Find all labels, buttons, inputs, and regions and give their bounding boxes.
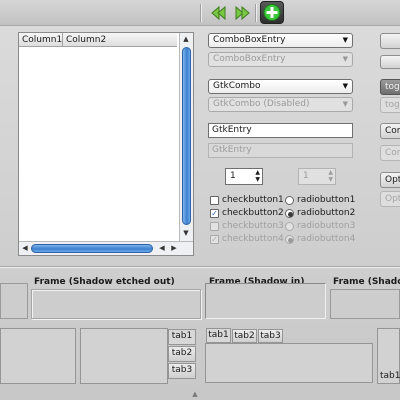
button-partial-2[interactable] — [380, 55, 400, 69]
scroll-left-icon[interactable]: ◀ — [20, 243, 30, 253]
checkbox-3-label: checkbutton3 — [222, 221, 284, 231]
scroll-up-icon[interactable]: ▲ — [190, 390, 200, 398]
option-menu-disabled-label: Opt — [385, 194, 400, 204]
tab-1[interactable]: tab1 — [206, 328, 231, 343]
radio-1-label: radiobutton1 — [297, 195, 356, 205]
gtk-combo-value: GtkCombo — [213, 81, 261, 91]
tab-1[interactable]: tab1 — [380, 371, 400, 382]
combo-box-entry-disabled: ComboBoxEntry ▼ — [208, 52, 353, 67]
radio-4-label: radiobutton4 — [297, 234, 356, 244]
option-menu[interactable]: Opt — [380, 172, 400, 188]
tree-view[interactable]: Column1 Column2 ▲ ▼ ◀ ◀ ▶ — [18, 32, 194, 256]
frame-etched-out-label: Frame (Shadow etched out) — [34, 277, 175, 287]
combo-button-disabled-label: Com — [385, 148, 400, 158]
scroll-down-icon[interactable]: ▼ — [181, 228, 191, 238]
gtk-combo-disabled: GtkCombo (Disabled) ▼ — [208, 97, 353, 112]
toolbar-separator — [255, 4, 257, 22]
chevron-down-icon[interactable]: ▼ — [343, 34, 348, 47]
notebook-top-tabs-page — [205, 343, 373, 383]
gtk-entry-disabled-value: GtkEntry — [212, 145, 252, 155]
tab-2[interactable]: tab2 — [232, 329, 257, 343]
tab-1[interactable]: tab1 — [168, 329, 196, 345]
option-menu-label: Opt — [385, 175, 400, 185]
tab-2[interactable]: tab2 — [168, 346, 196, 362]
tab-3[interactable]: tab3 — [258, 329, 283, 343]
checkbox-1[interactable] — [210, 196, 219, 205]
radio-3 — [285, 222, 294, 231]
checkbox-1-label: checkbutton1 — [222, 195, 284, 205]
gtk-combo-disabled-value: GtkCombo (Disabled) — [213, 99, 310, 109]
scroll-right-icon[interactable]: ▶ — [169, 243, 179, 253]
vertical-scrollbar[interactable]: ▲ ▼ — [179, 33, 193, 241]
scroll-left-icon[interactable]: ◀ — [157, 243, 167, 253]
toolbar-separator — [200, 4, 202, 22]
radio-2[interactable] — [285, 209, 294, 218]
frame-partial — [0, 283, 28, 319]
toggle-button-disabled: tog — [380, 97, 400, 113]
combo-button[interactable]: Com — [380, 123, 400, 139]
gtk-entry[interactable]: GtkEntry — [208, 123, 353, 138]
spin-arrows-icon: ▲ ▼ — [328, 169, 333, 183]
spin-button[interactable]: 1 ▲ ▼ — [225, 168, 263, 185]
radio-3-label: radiobutton3 — [297, 221, 356, 231]
button-partial[interactable] — [380, 33, 400, 49]
radio-1[interactable] — [285, 196, 294, 205]
gtk-combo[interactable]: GtkCombo ▼ — [208, 79, 353, 94]
toggle-button-active[interactable]: tog — [380, 79, 400, 95]
checkbox-2[interactable]: ✓ — [210, 209, 219, 218]
chevron-down-icon: ▼ — [342, 55, 348, 63]
checkbox-2-label: checkbutton2 — [222, 208, 284, 218]
frame-shadow-in — [205, 283, 326, 319]
combo-box-entry-disabled-value: ComboBoxEntry — [213, 54, 286, 64]
chevron-down-icon[interactable]: ▼ — [343, 80, 348, 93]
back-arrow-icon[interactable] — [208, 3, 230, 23]
radio-2-label: radiobutton2 — [297, 208, 356, 218]
column-header-2[interactable]: Column2 — [63, 33, 177, 47]
checkbox-4: ✓ — [210, 235, 219, 244]
add-button[interactable] — [260, 1, 284, 24]
combo-box-entry[interactable]: ComboBoxEntry ▼ — [208, 33, 353, 48]
divider — [0, 266, 400, 268]
horizontal-scroll-thumb[interactable] — [31, 244, 153, 253]
tree-header: Column1 Column2 — [19, 33, 177, 47]
notebook-partial — [0, 328, 76, 384]
add-icon — [263, 4, 281, 21]
scroll-up-icon[interactable]: ▲ — [181, 34, 191, 44]
radio-4 — [285, 235, 294, 244]
checkbox-3 — [210, 222, 219, 231]
chevron-down-icon: ▼ — [342, 100, 348, 108]
combo-button-label: Com — [385, 126, 400, 136]
spin-button-disabled: 1 ▲ ▼ — [298, 168, 336, 185]
combo-button-disabled: Com — [380, 145, 400, 161]
notebook-right-tabs-page — [80, 328, 168, 384]
horizontal-scrollbar[interactable]: ◀ ◀ ▶ — [19, 241, 193, 255]
forward-arrow-icon[interactable] — [231, 3, 253, 23]
combo-box-entry-value: ComboBoxEntry — [213, 35, 286, 45]
column-header-1[interactable]: Column1 — [19, 33, 63, 47]
tab-3[interactable]: tab3 — [168, 363, 196, 379]
toggle-button-label: tog — [385, 82, 400, 92]
frame-shadow-partial-label: Frame (Shadow — [333, 277, 400, 287]
gtk-entry-value: GtkEntry — [212, 125, 252, 135]
toggle-button-disabled-label: tog — [385, 100, 400, 110]
vertical-scroll-thumb[interactable] — [182, 47, 191, 225]
gtk-entry-disabled: GtkEntry — [208, 143, 353, 158]
spin-button-disabled-value: 1 — [303, 171, 309, 181]
toolbar — [0, 0, 400, 26]
frame-etched-out — [31, 289, 201, 319]
checkbox-4-label: checkbutton4 — [222, 234, 284, 244]
spin-button-value: 1 — [230, 171, 236, 181]
option-menu-disabled: Opt — [380, 191, 400, 207]
frame-shadow-partial — [330, 289, 400, 319]
spin-arrows-icon[interactable]: ▲ ▼ — [255, 169, 260, 183]
